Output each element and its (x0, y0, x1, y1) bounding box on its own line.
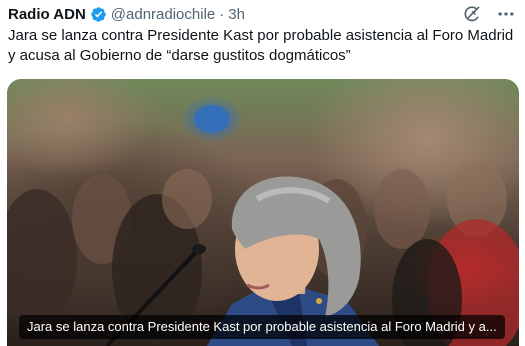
tweet-text: Jara se lanza contra Presidente Kast por… (8, 27, 514, 64)
grok-icon[interactable] (461, 3, 483, 25)
tweet-media-image[interactable]: Jara se lanza contra Presidente Kast por… (7, 79, 519, 346)
tweet-header: Radio ADN @adnradiochile · 3h (8, 4, 517, 24)
news-photo (7, 105, 519, 346)
author-handle[interactable]: @adnradiochile (111, 6, 215, 23)
more-options-icon[interactable] (495, 3, 517, 25)
verified-badge-icon (90, 6, 107, 23)
header-actions (461, 3, 517, 25)
separator-dot: · (219, 5, 225, 23)
media-caption: Jara se lanza contra Presidente Kast por… (19, 315, 505, 339)
timestamp[interactable]: 3h (228, 6, 245, 23)
author-name[interactable]: Radio ADN (8, 6, 86, 23)
